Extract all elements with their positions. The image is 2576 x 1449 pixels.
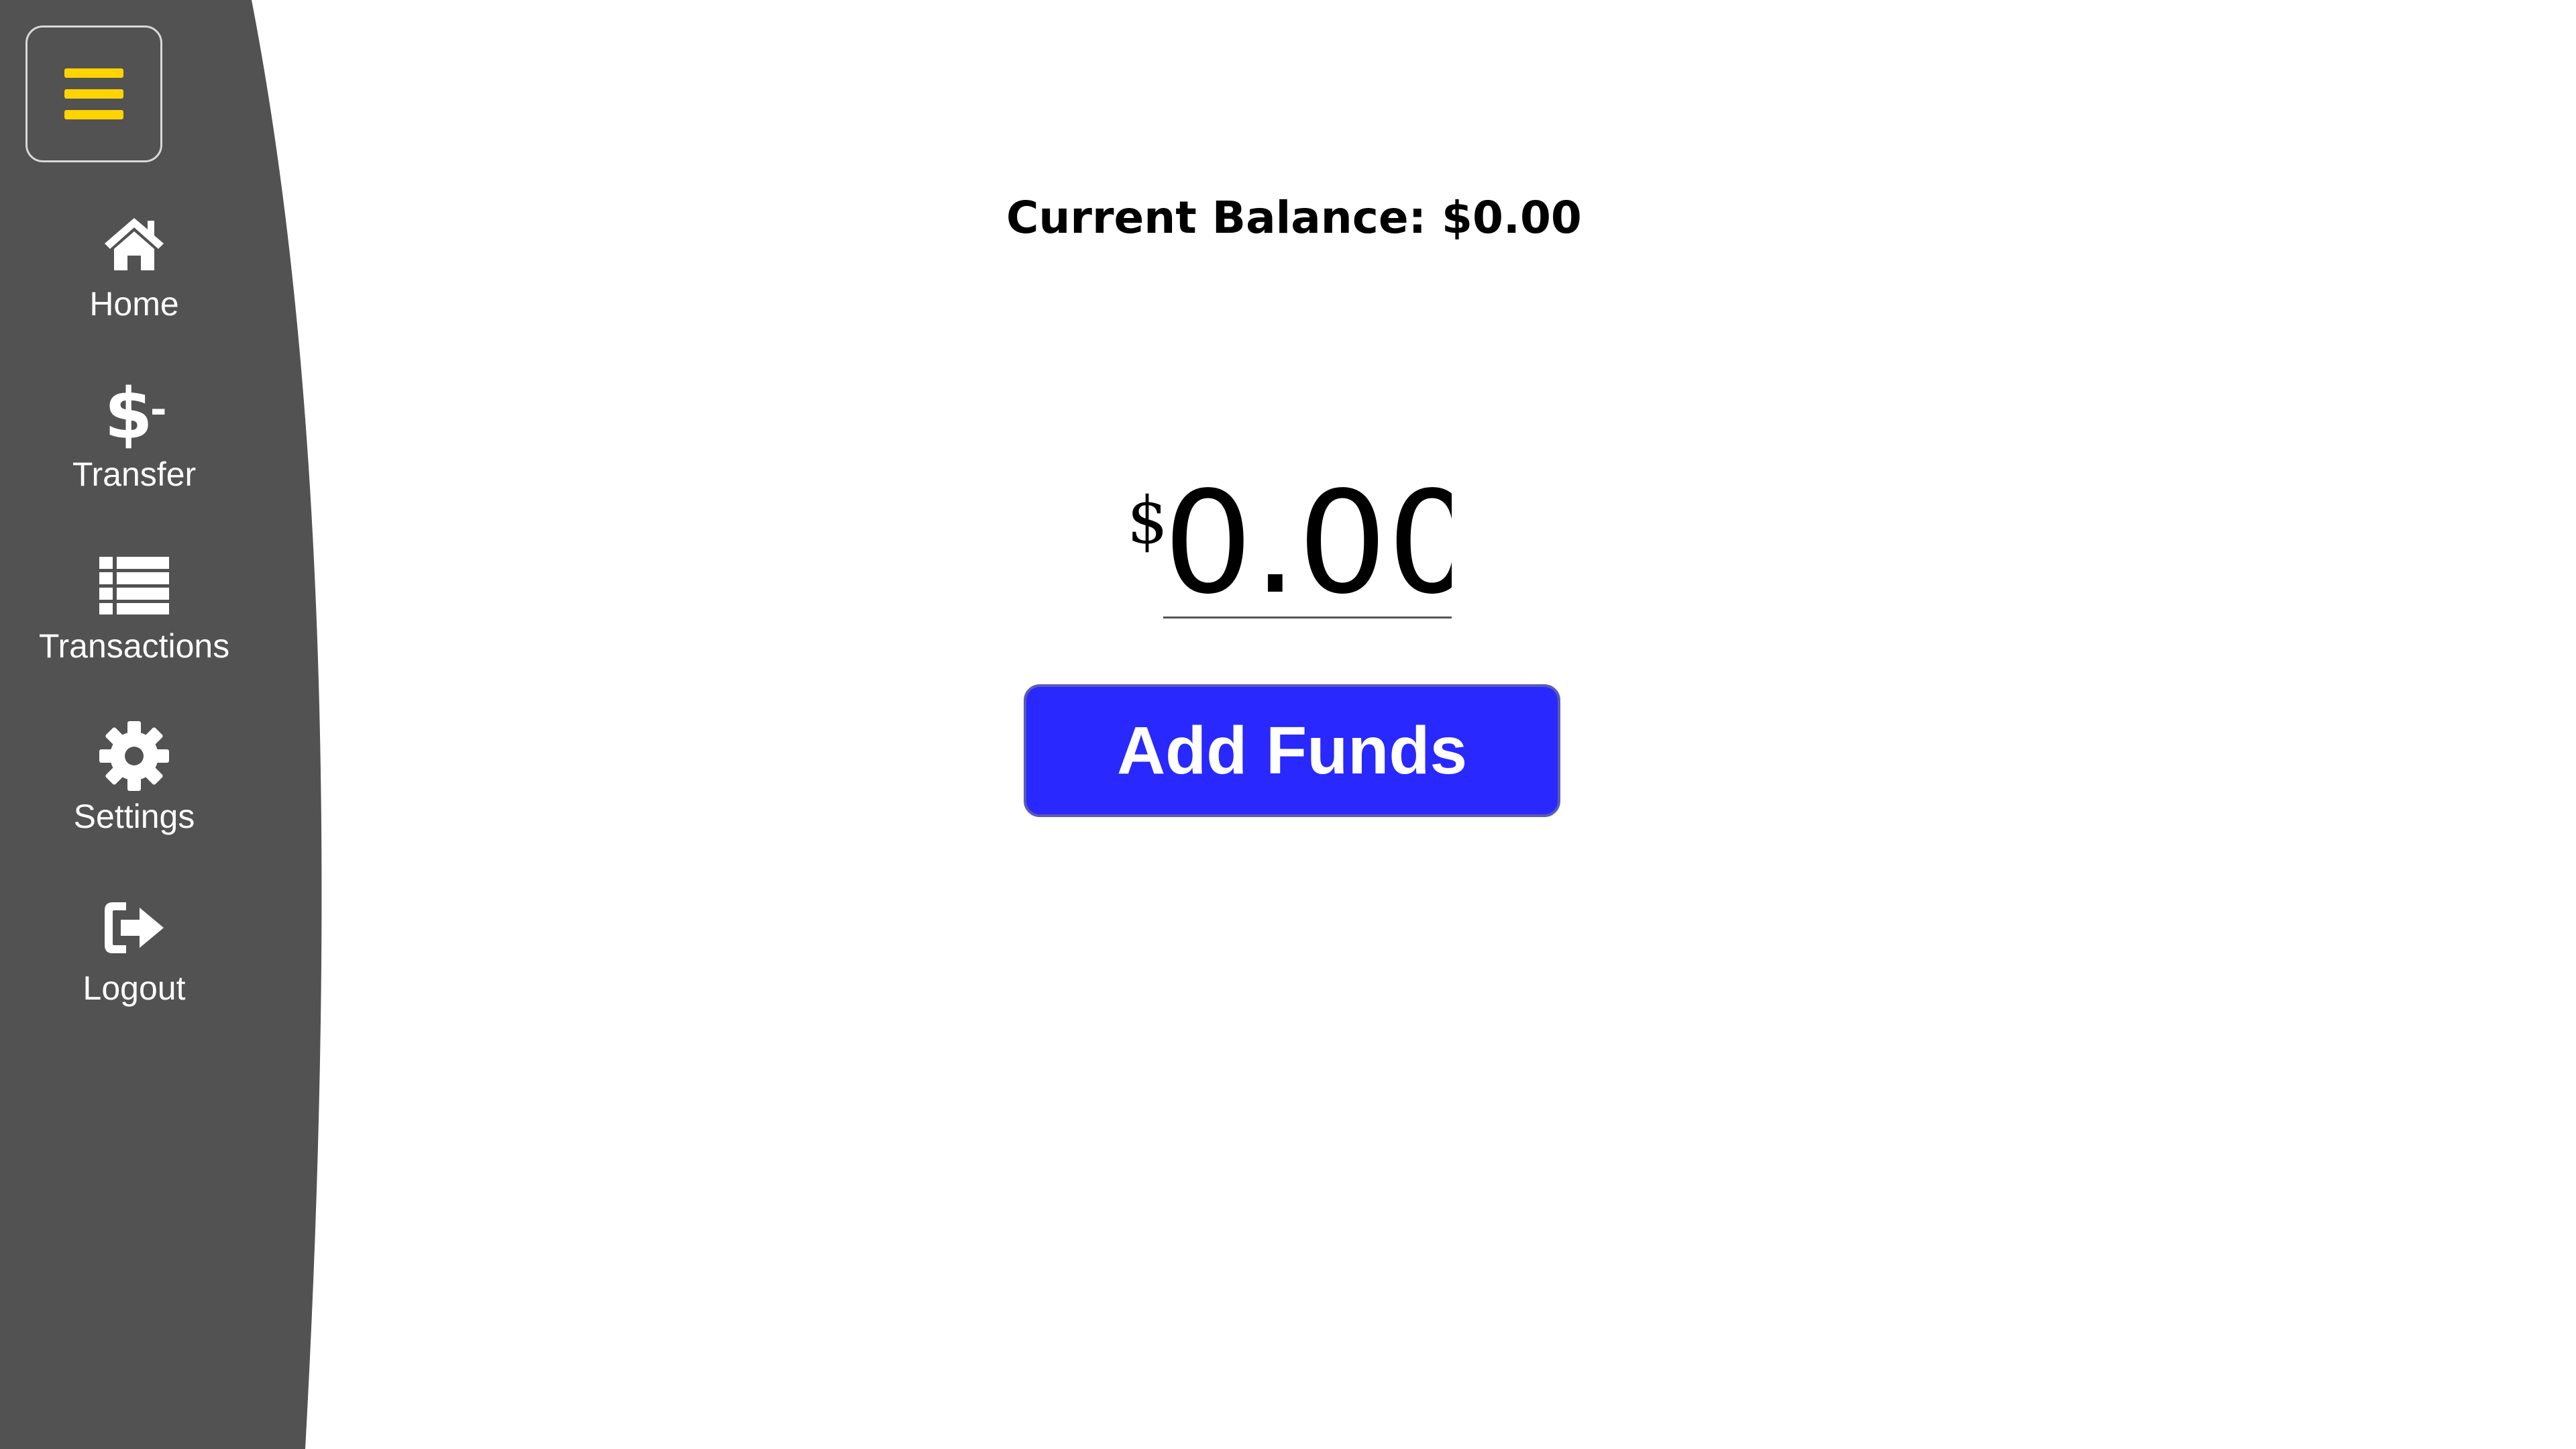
transfer-icon-glyph: $- [104, 373, 166, 455]
sidebar-item-label: Transactions [38, 627, 230, 665]
amount-input[interactable] [1163, 470, 1452, 619]
sidebar-item-settings[interactable]: Settings [0, 719, 268, 833]
sidebar-item-label: Home [89, 285, 179, 323]
currency-symbol: $ [1127, 483, 1169, 558]
sidebar-item-label: Logout [83, 969, 186, 1007]
sidebar: Home $- Transfer Transactions Settings L… [0, 0, 268, 1449]
sidebar-item-transactions[interactable]: Transactions [0, 549, 268, 663]
sidebar-item-label: Settings [73, 798, 195, 835]
hamburger-menu-icon [64, 68, 123, 119]
amount-entry: $ [1127, 470, 1462, 624]
add-funds-button[interactable]: Add Funds [1024, 684, 1560, 817]
sidebar-item-home[interactable]: Home [0, 207, 268, 321]
gear-icon [97, 719, 171, 793]
sidebar-item-transfer[interactable]: $- Transfer [0, 377, 268, 491]
current-balance-text: Current Balance: $0.00 [1006, 192, 1582, 244]
menu-toggle-button[interactable] [25, 25, 162, 162]
logout-icon [97, 891, 171, 965]
sidebar-item-label: Transfer [72, 455, 197, 493]
list-icon [97, 549, 171, 623]
sidebar-item-logout[interactable]: Logout [0, 891, 268, 1005]
dollar-transfer-icon: $- [97, 377, 171, 451]
home-icon [97, 207, 171, 280]
app-page: Home $- Transfer Transactions Settings L… [0, 0, 2576, 1449]
